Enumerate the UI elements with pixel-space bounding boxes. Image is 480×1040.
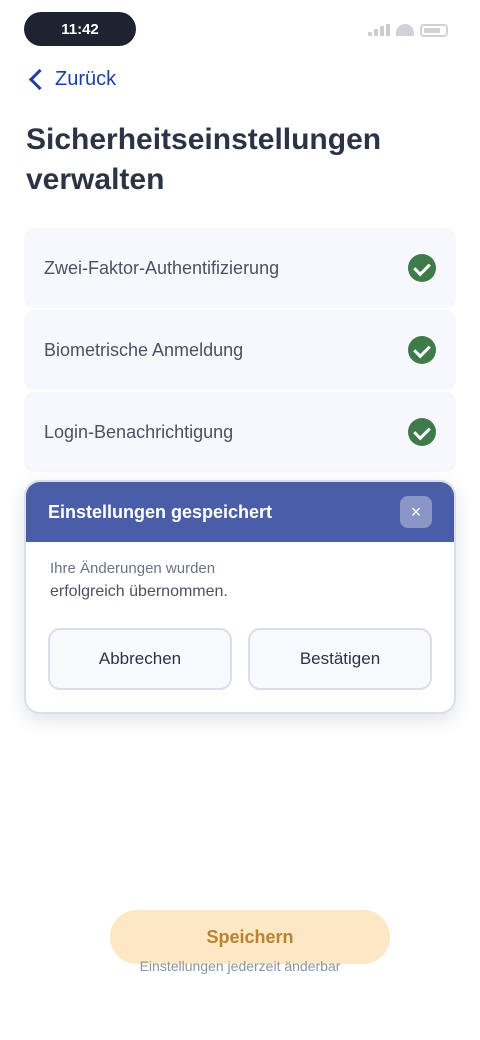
dialog-header: Einstellungen gespeichert ×	[26, 482, 454, 542]
wifi-icon	[396, 24, 414, 36]
confirmation-dialog: Einstellungen gespeichert × Ihre Änderun…	[24, 480, 456, 714]
dialog-body: Ihre Änderungen wurden erfolgreich übern…	[26, 542, 454, 601]
cancel-button[interactable]: Abbrechen	[48, 628, 232, 690]
dialog-buttons: Abbrechen Bestätigen	[48, 628, 432, 690]
page-title: Sicherheitseinstellungen verwalten	[26, 123, 382, 196]
confirm-button[interactable]: Bestätigen	[248, 628, 432, 690]
option-label: Login-Benachrichtigung	[44, 421, 234, 442]
option-row[interactable]: Zwei-Faktor-Authentifizierung	[24, 228, 456, 308]
option-label: Biometrische Anmeldung	[44, 339, 244, 360]
back-button[interactable]: Zurück	[28, 62, 158, 96]
dialog-message-line1: Ihre Änderungen wurden	[50, 560, 216, 577]
chevron-left-icon	[28, 68, 51, 90]
save-button[interactable]: Speichern	[110, 910, 390, 964]
close-icon[interactable]: ×	[400, 496, 432, 528]
dialog-title: Einstellungen gespeichert	[48, 501, 273, 522]
back-button-label: Zurück	[55, 67, 117, 90]
battery-icon	[420, 23, 448, 37]
option-row[interactable]: Biometrische Anmeldung	[24, 310, 456, 390]
status-time: 11:42	[24, 12, 136, 46]
check-icon[interactable]	[408, 336, 436, 364]
option-row[interactable]: Login-Benachrichtigung	[24, 392, 456, 472]
check-icon[interactable]	[408, 418, 436, 446]
signal-icon	[368, 24, 390, 36]
dialog-message-line2: erfolgreich übernommen.	[50, 583, 228, 600]
check-icon[interactable]	[408, 254, 436, 282]
option-label: Zwei-Faktor-Authentifizierung	[44, 257, 280, 278]
status-bar: 11:42	[0, 0, 480, 60]
footnote-text: Einstellungen jederzeit änderbar	[139, 958, 341, 974]
status-icons	[368, 22, 448, 38]
security-options-list: Zwei-Faktor-Authentifizierung Biometrisc…	[24, 228, 456, 474]
